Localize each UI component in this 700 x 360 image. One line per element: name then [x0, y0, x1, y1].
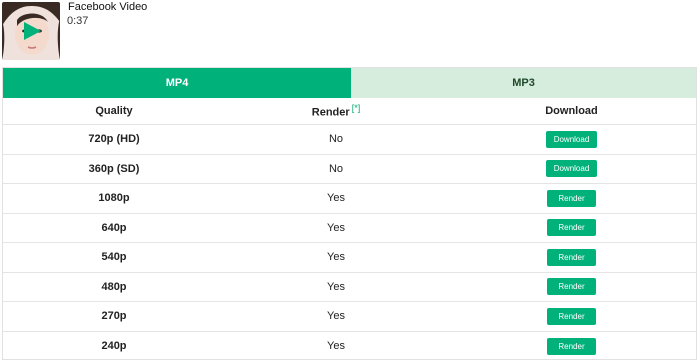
- header-download: Download: [545, 105, 598, 117]
- table-row: 1080p Yes Render: [3, 184, 696, 214]
- header-render: Render [*]: [225, 103, 447, 119]
- render-cell: Yes: [327, 280, 345, 293]
- action-cell: Download: [447, 160, 696, 178]
- quality-cell: 360p (SD): [88, 162, 140, 175]
- format-panel: MP4 MP3 Quality Render [*] Download 720p …: [2, 67, 697, 360]
- render-button[interactable]: Render: [547, 337, 596, 355]
- action-cell: Render: [447, 219, 696, 237]
- play-triangle-icon[interactable]: [22, 21, 42, 41]
- video-info: Facebook Video 0:37: [0, 0, 700, 64]
- table-row: 240p Yes Render: [3, 332, 696, 360]
- header-quality: Quality: [95, 105, 133, 117]
- render-button[interactable]: Render: [547, 189, 596, 207]
- table-row: 720p (HD) No Download: [3, 125, 696, 155]
- table-row: 640p Yes Render: [3, 214, 696, 243]
- quality-cell: 480p: [101, 280, 127, 293]
- render-button[interactable]: Render: [547, 278, 596, 296]
- render-button[interactable]: Render: [547, 219, 596, 237]
- header-render-label: Render: [311, 106, 350, 119]
- tab-mp3[interactable]: MP3: [351, 68, 696, 98]
- table-row: 360p (SD) No Download: [3, 155, 696, 184]
- quality-cell: 270p: [101, 310, 127, 323]
- render-cell: Yes: [327, 251, 345, 264]
- quality-cell: 240p: [101, 340, 127, 353]
- render-cell: Yes: [327, 221, 345, 234]
- table-row: 480p Yes Render: [3, 273, 696, 302]
- render-button[interactable]: Render: [547, 307, 596, 325]
- render-cell: Yes: [327, 310, 345, 323]
- video-thumbnail: [2, 2, 60, 60]
- action-cell: Render: [447, 337, 696, 355]
- download-button[interactable]: Download: [545, 130, 598, 148]
- action-cell: Download: [447, 130, 696, 148]
- render-cell: No: [328, 133, 344, 146]
- download-button[interactable]: Download: [545, 160, 598, 178]
- render-cell: Yes: [327, 192, 345, 205]
- render-button[interactable]: Render: [547, 248, 596, 266]
- quality-cell: 720p (HD): [88, 133, 140, 146]
- quality-cell: 1080p: [98, 192, 130, 205]
- table-header: Quality Render [*] Download: [3, 98, 696, 125]
- quality-cell: 640p: [101, 221, 127, 234]
- action-cell: Render: [447, 307, 696, 325]
- video-title: Facebook Video: [68, 1, 148, 13]
- action-cell: Render: [447, 278, 696, 296]
- render-cell: Yes: [327, 340, 345, 353]
- video-duration: 0:37: [67, 15, 89, 27]
- table-row: 540p Yes Render: [3, 243, 696, 273]
- tab-mp4[interactable]: MP4: [3, 68, 351, 98]
- render-cell: No: [328, 162, 344, 175]
- table-row: 270p Yes Render: [3, 302, 696, 332]
- quality-cell: 540p: [101, 251, 127, 264]
- format-tabs: MP4 MP3: [3, 68, 696, 98]
- action-cell: Render: [447, 248, 696, 266]
- action-cell: Render: [447, 189, 696, 207]
- render-note-link[interactable]: [*]: [352, 103, 361, 113]
